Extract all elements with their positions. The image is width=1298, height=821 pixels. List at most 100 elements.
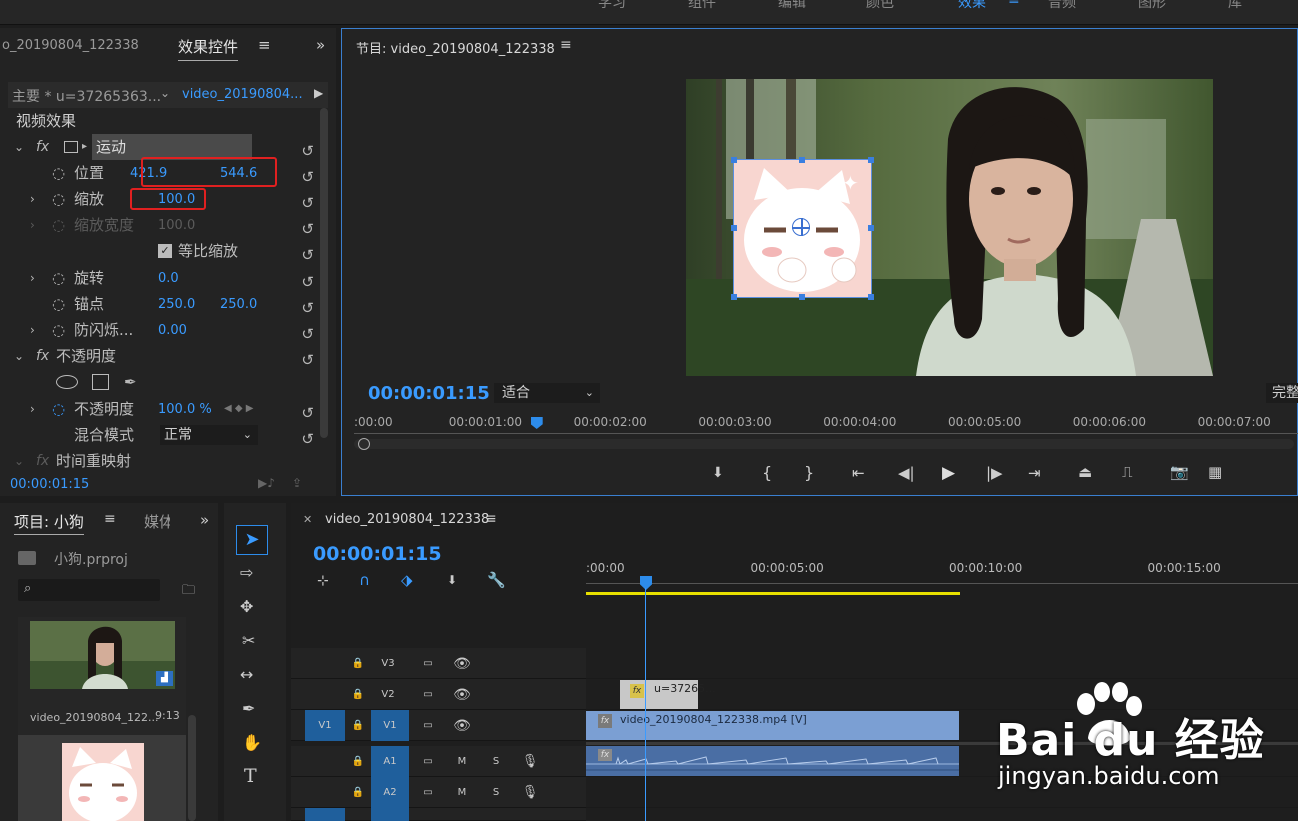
video-frame[interactable]: ✦	[686, 79, 1213, 376]
linked-selection-icon[interactable]: ⬗	[401, 571, 413, 589]
extract-icon[interactable]: ⎍	[1122, 463, 1133, 481]
lock-icon[interactable]: 🔒	[345, 653, 371, 675]
workspace-tab-color[interactable]: 颜色	[866, 0, 894, 12]
transform-box-icon[interactable]	[64, 141, 78, 153]
hand-tool-icon[interactable]: ✋	[242, 733, 262, 752]
timeline-ruler[interactable]: :00:00 00:00:05:00 00:00:10:00 00:00:15:00	[586, 553, 1298, 597]
chevron-down-icon[interactable]: ⌄	[160, 86, 170, 100]
go-to-out-icon[interactable]: ⇥	[1028, 464, 1041, 482]
panel-tab-effect-controls[interactable]: 效果控件	[178, 36, 239, 61]
insert-nest-icon[interactable]: ⊹	[317, 573, 329, 589]
lock-icon[interactable]: 🔒	[345, 782, 371, 804]
anchor-x-value[interactable]: 250.0	[158, 292, 195, 318]
clip-a1-audio[interactable]: fx	[586, 746, 959, 776]
anti-flicker-value[interactable]: 0.00	[158, 318, 187, 344]
track-name-v1[interactable]: V1	[371, 710, 409, 741]
workspace-tab-learn[interactable]: 学习	[598, 0, 626, 12]
blend-mode-select[interactable]: 正常 ⌄	[160, 425, 258, 445]
razor-tool-icon[interactable]: ✂	[242, 631, 255, 650]
rectangle-mask-icon[interactable]	[92, 374, 109, 390]
play-arrow-icon[interactable]: ▶	[314, 86, 323, 100]
fit-select[interactable]: 适合 ⌄	[494, 383, 600, 403]
lift-icon[interactable]: ⏏	[1078, 463, 1092, 481]
lock-icon[interactable]: 🔒	[345, 684, 371, 706]
quality-select[interactable]: 完整	[1266, 383, 1298, 403]
sync-lock-icon[interactable]: ▭	[415, 653, 441, 675]
effect-controls-timecode[interactable]: 00:00:01:15	[10, 477, 89, 492]
ripple-edit-tool-icon[interactable]: ✥	[240, 597, 253, 616]
zoom-scrollbar[interactable]	[354, 439, 1294, 449]
program-timecode[interactable]: 00:00:01:15	[368, 383, 490, 404]
workspace-tab-effects[interactable]: 效果	[958, 0, 986, 12]
track-select-tool-icon[interactable]: ⇨	[240, 563, 253, 582]
close-tab-icon[interactable]: ✕	[303, 513, 312, 526]
stopwatch-active-icon[interactable]: ◌	[52, 396, 65, 422]
eye-icon[interactable]: 👁	[449, 715, 475, 737]
export-icon[interactable]: ⇪	[292, 476, 302, 490]
transform-handle[interactable]	[731, 157, 737, 163]
play-only-audio-icon[interactable]: ▶♪	[258, 476, 275, 490]
track-name-a1[interactable]: A1	[371, 746, 409, 777]
lock-icon[interactable]: 🔒	[345, 751, 371, 773]
project-item-sticker[interactable]	[18, 735, 186, 821]
clip-v1-video[interactable]: fx video_20190804_122338.mp4 [V]	[586, 711, 959, 740]
sync-lock-icon[interactable]: ▭	[415, 751, 441, 773]
stopwatch-icon[interactable]: ◌	[52, 265, 65, 291]
fx-icon[interactable]: fx	[36, 343, 49, 369]
sync-lock-icon[interactable]: ▭	[415, 684, 441, 706]
play-icon[interactable]: ▶	[942, 463, 955, 483]
ellipse-mask-icon[interactable]	[56, 375, 78, 389]
panel-menu-icon[interactable]: ≡	[104, 511, 116, 527]
panel-menu-icon[interactable]: ≡	[560, 37, 572, 53]
microphone-icon[interactable]: 🎙	[517, 782, 543, 804]
solo-button[interactable]: S	[483, 782, 509, 804]
mark-out-icon[interactable]: }	[804, 463, 814, 482]
uniform-scale-checkbox[interactable]: ✓	[158, 244, 172, 258]
step-back-icon[interactable]: ◀|	[898, 464, 915, 482]
work-area-bar[interactable]	[586, 592, 960, 595]
source-patch-v1[interactable]: V1	[305, 710, 345, 741]
timeline-tab[interactable]: video_20190804_122338	[325, 512, 489, 527]
sync-lock-icon[interactable]: ▭	[415, 782, 441, 804]
project-scrollbar[interactable]	[188, 715, 196, 821]
transform-handle[interactable]	[799, 294, 805, 300]
panel-expand-icon[interactable]: »	[200, 511, 209, 529]
add-marker-icon[interactable]: ⬇	[712, 465, 724, 481]
transform-handle[interactable]	[731, 294, 737, 300]
collapse-chevron-icon[interactable]: ⌄	[14, 134, 24, 160]
workspace-tab-menu-icon[interactable]: ≡	[1008, 0, 1020, 8]
new-search-bin-icon[interactable]: 🗀	[182, 581, 195, 603]
timeline-settings-wrench-icon[interactable]: 🔧	[487, 571, 506, 589]
mute-button[interactable]: M	[449, 751, 475, 773]
keyframe-nav-icon[interactable]: ◀ ◆ ▶	[224, 396, 253, 422]
stopwatch-icon[interactable]: ◌	[52, 317, 65, 343]
stopwatch-icon[interactable]: ◌	[52, 160, 65, 186]
eye-icon[interactable]: 👁	[449, 653, 475, 675]
panel-menu-icon[interactable]: ≡	[258, 36, 271, 54]
project-tab[interactable]: 项目: 小狗	[14, 511, 84, 535]
track-name-v3[interactable]: V3	[375, 653, 401, 675]
rotation-value[interactable]: 0.0	[158, 266, 179, 292]
transform-handle[interactable]	[868, 225, 874, 231]
type-tool-icon[interactable]: T	[244, 765, 257, 787]
clip-v2-sticker[interactable]: fx u=37265...	[620, 680, 716, 709]
pen-tool-icon[interactable]: ✒	[242, 699, 255, 718]
transform-handle[interactable]	[799, 157, 805, 163]
source-label[interactable]: 主要 * u=37265363...	[12, 86, 161, 106]
track-name-v2[interactable]: V2	[375, 684, 401, 706]
workspace-tab-graphics[interactable]: 图形	[1138, 0, 1166, 12]
sticker-overlay[interactable]: ✦	[731, 157, 874, 300]
program-time-ruler[interactable]: :00:00 00:00:01:00 00:00:02:00 00:00:03:00 0…	[354, 413, 1298, 455]
project-item-video[interactable]: ▟ video_20190804_122... 9:13	[18, 617, 186, 735]
panel-menu-icon[interactable]: ≡	[485, 511, 497, 527]
solo-button[interactable]: S	[483, 751, 509, 773]
workspace-tab-assembly[interactable]: 组件	[688, 0, 716, 12]
program-monitor-title[interactable]: 节目: video_20190804_122338	[356, 38, 555, 57]
panel-expand-icon[interactable]: »	[316, 36, 325, 54]
slip-tool-icon[interactable]: ↔	[240, 665, 253, 684]
selection-tool-icon[interactable]: ➤	[236, 525, 268, 555]
eye-icon[interactable]: 👁	[449, 684, 475, 706]
zoom-handle[interactable]	[358, 438, 370, 450]
add-marker-icon[interactable]: ⬇	[447, 573, 457, 587]
export-frame-icon[interactable]: 📷	[1170, 463, 1189, 481]
